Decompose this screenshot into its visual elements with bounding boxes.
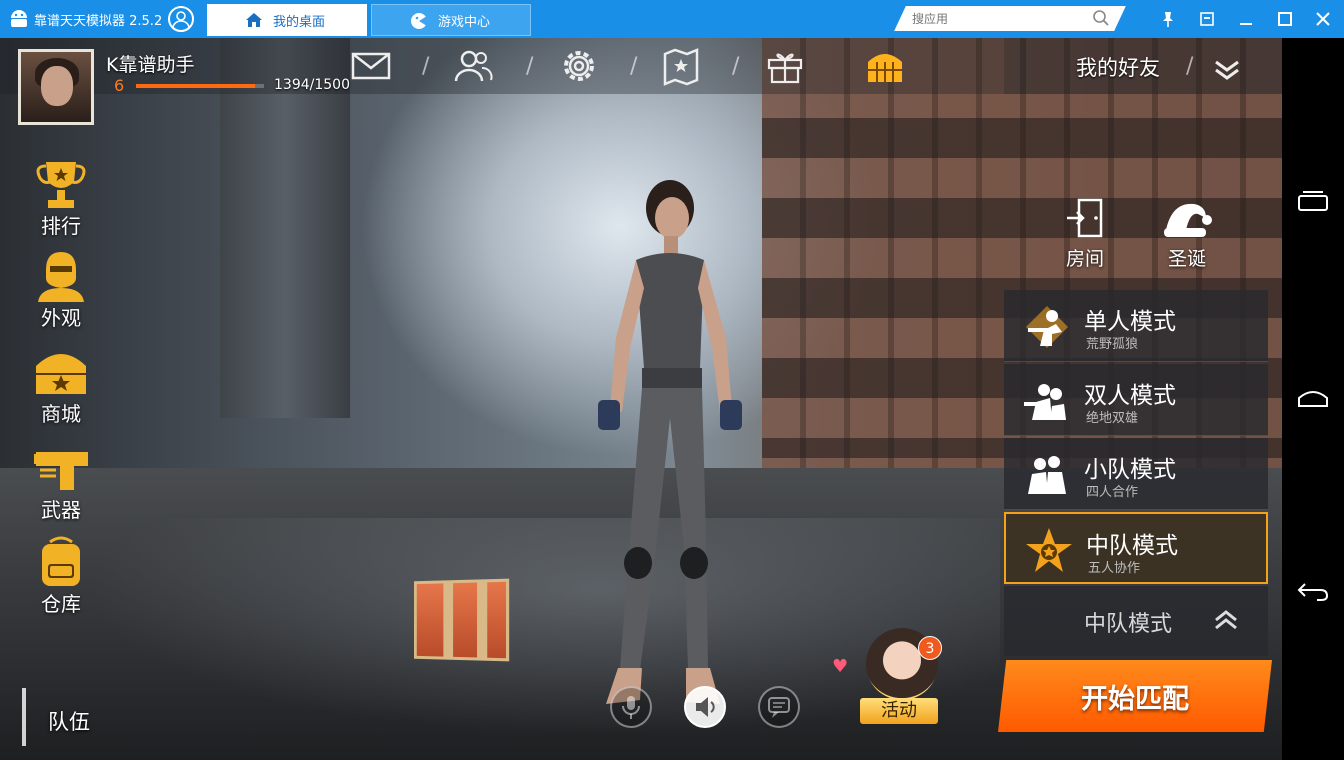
mode-subtitle: 绝地双雄 xyxy=(1086,411,1139,426)
exp-progress-bar xyxy=(136,84,264,88)
close-icon[interactable] xyxy=(1313,9,1333,29)
room-button[interactable]: 房间 xyxy=(1054,196,1116,271)
mode-subtitle: 五人协作 xyxy=(1088,561,1141,576)
treasure-chest-icon[interactable] xyxy=(864,46,906,86)
player-name: K靠谱助手 xyxy=(106,54,195,76)
menu-label: 仓库 xyxy=(41,592,81,616)
mail-icon[interactable] xyxy=(350,46,392,86)
mode-duo[interactable]: 双人模式 绝地双雄 xyxy=(1004,364,1268,436)
start-match-button[interactable]: 开始匹配 xyxy=(998,660,1272,732)
start-match-label: 开始匹配 xyxy=(1081,683,1189,715)
background-pillar xyxy=(220,38,350,418)
shop-chest-icon xyxy=(36,354,86,394)
microphone-icon xyxy=(622,696,640,719)
menu-label: 商城 xyxy=(41,402,81,426)
mode-platoon[interactable]: 中队模式 五人协作 xyxy=(1004,512,1268,584)
search-icon[interactable] xyxy=(1092,9,1110,27)
chat-button[interactable] xyxy=(758,686,800,728)
chevron-down-icon[interactable] xyxy=(1212,56,1242,82)
divider: / xyxy=(630,54,638,79)
solo-soldier-icon xyxy=(1026,306,1068,348)
menu-ranking[interactable]: 排行 xyxy=(22,156,100,239)
event-label[interactable]: 活动 xyxy=(860,698,938,724)
pin-icon[interactable] xyxy=(1158,9,1178,29)
speaker-button[interactable] xyxy=(684,686,726,728)
santa-hat-icon xyxy=(1164,203,1212,237)
menu-shop[interactable]: 商城 xyxy=(22,344,100,427)
menu-warehouse[interactable]: 仓库 xyxy=(22,534,100,617)
tab-label: 我的桌面 xyxy=(273,14,326,30)
android-logo-icon xyxy=(11,10,27,27)
app-title: 靠谱天天模拟器 2.5.2 xyxy=(34,14,163,29)
squad-soldiers-icon xyxy=(1028,456,1066,494)
platoon-star-icon xyxy=(1026,528,1072,572)
tab-my-desktop[interactable]: 我的桌面 xyxy=(207,4,367,36)
team-divider xyxy=(22,688,26,746)
event-notification-badge: 3 xyxy=(918,636,942,660)
mode-squad[interactable]: 小队模式 四人合作 xyxy=(1004,438,1268,510)
avatar-face xyxy=(41,66,73,106)
home-nav-icon[interactable] xyxy=(1295,382,1331,412)
menu-appearance[interactable]: 外观 xyxy=(22,248,100,331)
mode-subtitle: 荒野孤狼 xyxy=(1086,337,1139,352)
game-screen: K靠谱助手 6 1394/1500 / / / / 我的好友 / 排行 外观 商… xyxy=(0,38,1282,760)
chat-bubble-icon xyxy=(768,697,790,718)
mode-selector-collapse[interactable]: 中队模式 xyxy=(1004,586,1268,656)
divider: / xyxy=(732,54,740,79)
recent-apps-icon[interactable] xyxy=(1295,186,1331,216)
duo-soldiers-icon xyxy=(1024,384,1066,420)
outfit-icon xyxy=(38,252,84,302)
tab-game-center[interactable]: 游戏中心 xyxy=(371,4,531,36)
christmas-label: 圣诞 xyxy=(1167,248,1206,270)
mode-name: 中队模式 xyxy=(1086,533,1178,559)
mode-name: 小队模式 xyxy=(1084,457,1176,483)
friends-group-icon[interactable] xyxy=(452,46,494,86)
menu-label: 排行 xyxy=(41,214,81,238)
team-label[interactable]: 队伍 xyxy=(48,706,90,736)
christmas-button[interactable]: 圣诞 xyxy=(1156,196,1218,271)
room-label: 房间 xyxy=(1065,248,1104,270)
selected-mode-label: 中队模式 xyxy=(1084,612,1173,637)
menu-weapons[interactable]: 武器 xyxy=(22,440,100,523)
hearts-decoration: ♥ xyxy=(832,656,849,677)
menu-label: 武器 xyxy=(41,498,81,522)
menu-label: 外观 xyxy=(41,306,81,330)
chevron-up-icon xyxy=(1215,610,1237,630)
search-input[interactable] xyxy=(912,6,1092,31)
map-icon[interactable] xyxy=(660,46,702,86)
my-friends-label[interactable]: 我的好友 xyxy=(1076,52,1160,82)
supply-crate[interactable] xyxy=(414,578,510,662)
maximize-icon[interactable] xyxy=(1275,9,1295,29)
mode-subtitle: 四人合作 xyxy=(1086,485,1139,500)
tab-label: 游戏中心 xyxy=(438,14,491,30)
mode-name: 双人模式 xyxy=(1084,383,1176,409)
mode-name: 单人模式 xyxy=(1084,309,1176,335)
mode-solo[interactable]: 单人模式 荒野孤狼 xyxy=(1004,290,1268,362)
trophy-icon xyxy=(36,162,86,208)
minimize-icon[interactable] xyxy=(1236,9,1256,29)
gun-icon xyxy=(34,452,88,490)
restore-window-icon[interactable] xyxy=(1197,9,1217,29)
player-level: 6 xyxy=(114,76,125,95)
divider: / xyxy=(422,54,430,79)
settings-gear-icon[interactable] xyxy=(558,46,600,86)
home-icon xyxy=(246,13,262,27)
player-character xyxy=(598,180,742,704)
room-door-icon xyxy=(1067,198,1103,238)
user-account-icon[interactable] xyxy=(168,6,194,32)
divider: / xyxy=(1186,54,1194,79)
exp-progress-fill xyxy=(136,84,256,88)
back-arrow-icon[interactable] xyxy=(1295,576,1331,606)
backpack-icon xyxy=(42,536,80,586)
exp-text: 1394/1500 xyxy=(274,77,350,93)
android-nav-bar xyxy=(1282,38,1344,760)
speaker-icon xyxy=(696,697,715,717)
microphone-button[interactable] xyxy=(610,686,652,728)
divider: / xyxy=(526,54,534,79)
gift-icon[interactable] xyxy=(764,46,806,86)
gamepad-icon xyxy=(411,13,427,29)
title-bar: 靠谱天天模拟器 2.5.2 我的桌面 游戏中心 xyxy=(0,0,1344,38)
player-avatar[interactable] xyxy=(18,49,94,125)
